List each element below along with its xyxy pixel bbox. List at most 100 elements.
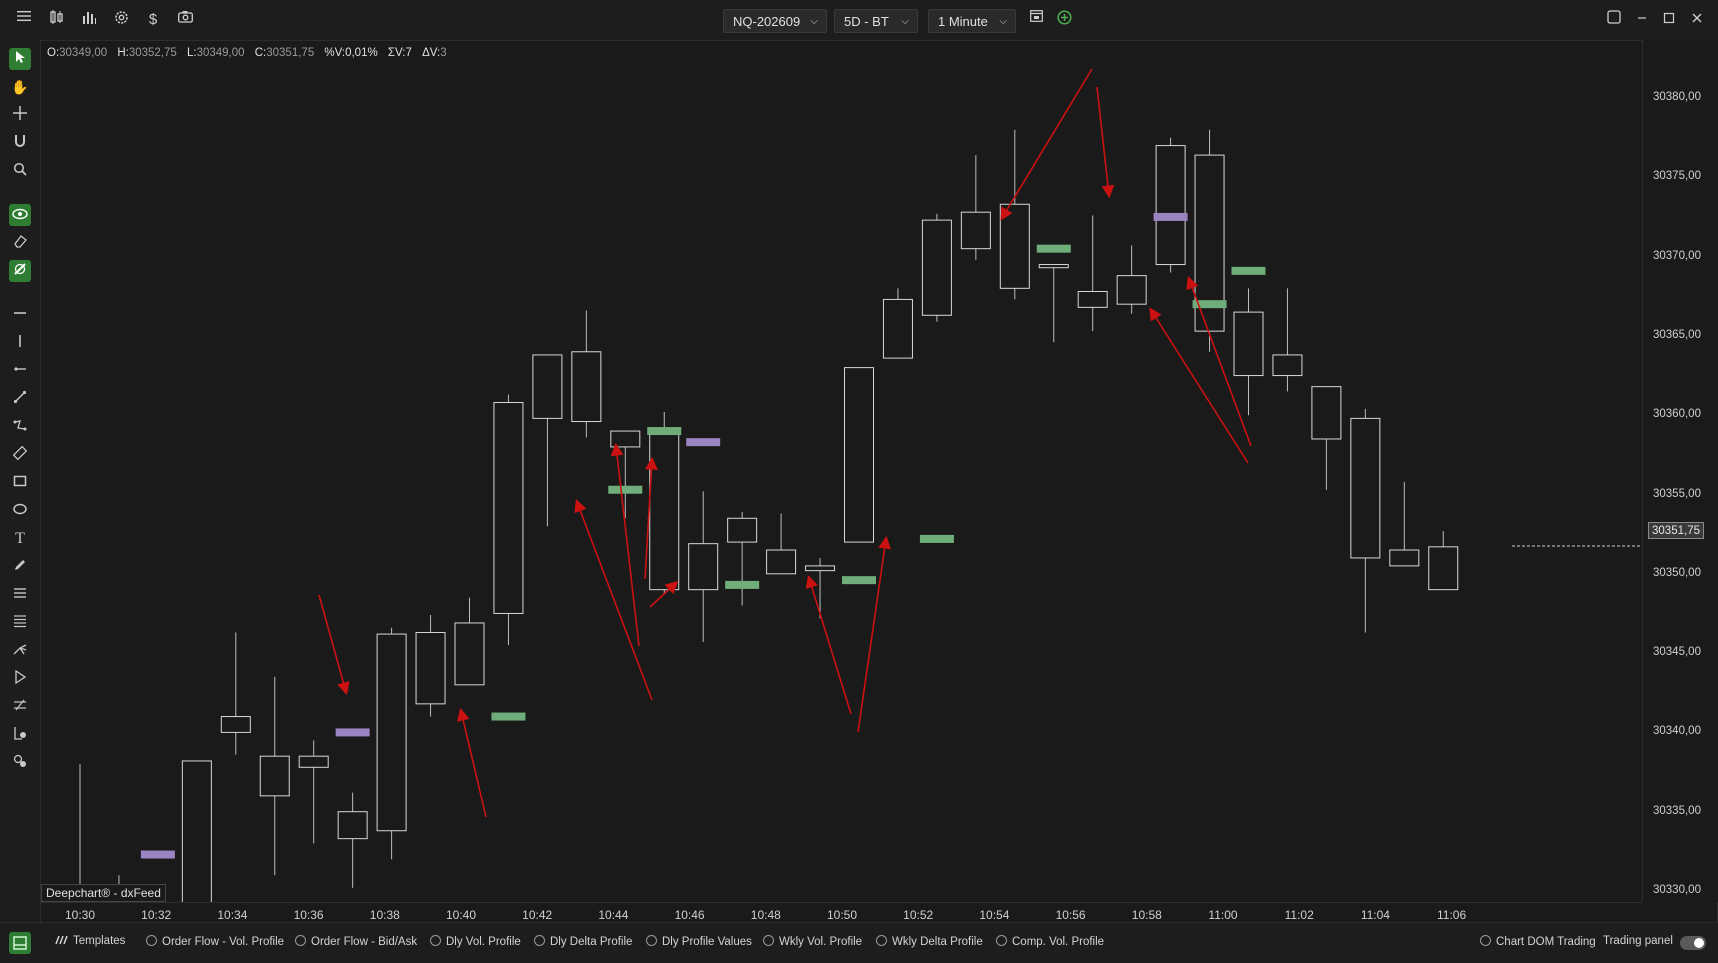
candle-body — [1428, 546, 1459, 591]
maximize-icon[interactable] — [1659, 10, 1679, 30]
symbol-dropdown[interactable]: NQ-202609 ⌵ — [723, 9, 827, 33]
profile-option[interactable]: Comp. Vol. Profile — [996, 935, 1104, 948]
trading-panel-label: Trading panel — [1603, 935, 1673, 947]
trading-panel-toggle[interactable] — [1680, 936, 1706, 950]
panel-toggle-icon[interactable] — [9, 932, 31, 954]
annotation-arrow — [1149, 307, 1249, 464]
text-icon[interactable]: T — [9, 528, 31, 550]
profile-option[interactable]: Wkly Vol. Profile — [763, 935, 862, 948]
projection-icon[interactable] — [9, 668, 31, 690]
profile-option[interactable]: Wkly Delta Profile — [876, 935, 983, 948]
time-tick-label: 10:32 — [141, 908, 172, 922]
candle-body — [337, 811, 368, 840]
cursor-icon[interactable] — [9, 48, 31, 70]
eraser-icon[interactable] — [9, 232, 31, 254]
profile-option[interactable]: Dly Vol. Profile — [430, 935, 521, 948]
ruler-icon[interactable] — [9, 444, 31, 466]
profile-option[interactable]: Order Flow - Bid/Ask — [295, 935, 417, 948]
crosshair-icon[interactable] — [9, 104, 31, 126]
templates-button[interactable]: Templates — [55, 935, 125, 947]
fibonacci-icon[interactable] — [9, 584, 31, 606]
close-icon[interactable] — [1687, 10, 1707, 30]
magnet-icon[interactable] — [9, 132, 31, 154]
purple-marker — [335, 728, 370, 737]
radio-icon — [876, 935, 887, 946]
candle-body — [766, 549, 797, 575]
toggle-knob — [1694, 938, 1704, 948]
minimize-icon[interactable] — [1632, 10, 1652, 30]
horizontal-line-icon[interactable] — [9, 304, 31, 326]
menu-icon[interactable] — [14, 10, 34, 30]
profile-option[interactable]: Dly Profile Values — [646, 935, 752, 948]
green-marker — [647, 427, 682, 436]
green-marker — [608, 485, 643, 494]
ray-icon[interactable] — [9, 360, 31, 382]
candle-body — [454, 622, 485, 686]
radio-icon — [295, 935, 306, 946]
time-tick-label: 10:58 — [1131, 908, 1162, 922]
candle-body — [1350, 417, 1381, 559]
price-tick-label: 30330,00 — [1653, 884, 1701, 896]
profile-option[interactable]: Order Flow - Vol. Profile — [146, 935, 284, 948]
candle-body — [960, 211, 991, 250]
candle-body — [298, 755, 329, 768]
indicators-icon[interactable] — [79, 10, 99, 30]
annotation-arrow — [318, 594, 350, 696]
ellipse-icon[interactable] — [9, 500, 31, 522]
price-axis[interactable]: 30380,00 30375,00 30370,00 30365,00 30360,00… — [1642, 40, 1718, 902]
alert-icon[interactable] — [9, 752, 31, 774]
radio-icon — [763, 935, 774, 946]
pencil-icon[interactable] — [9, 556, 31, 578]
profile-label: Order Flow - Vol. Profile — [162, 936, 285, 948]
chart-type-icon[interactable] — [47, 10, 67, 30]
zoom-icon[interactable] — [9, 160, 31, 182]
candle-body — [1038, 264, 1069, 269]
candle-body — [220, 716, 251, 733]
profile-label: Dly Delta Profile — [550, 936, 633, 948]
candle-body — [415, 631, 446, 705]
time-tick-label: 10:48 — [750, 908, 781, 922]
time-tick-label: 10:44 — [598, 908, 629, 922]
eye-icon[interactable] — [9, 204, 31, 226]
radio-icon — [534, 935, 545, 946]
profile-option[interactable]: Dly Delta Profile — [534, 935, 632, 948]
range-label: 5D - BT — [844, 14, 889, 29]
camera-icon[interactable] — [175, 10, 195, 30]
purple-marker — [1153, 212, 1188, 221]
polyline-icon[interactable] — [9, 416, 31, 438]
template-icon[interactable] — [1026, 10, 1046, 30]
chevron-down-icon: ⌵ — [810, 16, 818, 27]
candle-body — [1233, 311, 1264, 377]
channel-icon[interactable] — [9, 696, 31, 718]
hand-icon[interactable]: ✋ — [9, 76, 31, 98]
trendline-icon[interactable] — [9, 388, 31, 410]
levels-icon[interactable] — [9, 612, 31, 634]
restore-icon[interactable] — [1604, 10, 1624, 30]
lock-icon[interactable] — [9, 260, 31, 282]
add-icon[interactable] — [1054, 10, 1074, 30]
chart-dom-option[interactable]: Chart DOM Trading — [1480, 935, 1596, 948]
candle-body — [259, 755, 290, 797]
annotation-arrow — [857, 535, 891, 733]
pitchfork-icon[interactable] — [9, 640, 31, 662]
settings-icon[interactable] — [111, 10, 131, 30]
candle-body — [999, 203, 1030, 289]
price-chart[interactable] — [40, 40, 1642, 902]
radio-icon — [646, 935, 657, 946]
profile-label: Wkly Vol. Profile — [779, 936, 863, 948]
dollar-icon[interactable]: $ — [143, 10, 163, 30]
chevron-down-icon: ⌵ — [999, 16, 1007, 27]
candle-body — [805, 565, 836, 572]
time-tick-label: 10:34 — [217, 908, 248, 922]
green-marker — [725, 580, 760, 589]
price-tick-label: 30335,00 — [1653, 804, 1701, 817]
interval-dropdown[interactable]: 1 Minute ⌵ — [928, 9, 1016, 33]
rectangle-icon[interactable] — [9, 472, 31, 494]
purple-marker — [686, 438, 721, 447]
range-dropdown[interactable]: 5D - BT ⌵ — [834, 9, 918, 33]
profile-label: Order Flow - Bid/Ask — [311, 936, 418, 948]
annotation-arrow — [1000, 68, 1093, 221]
vertical-line-icon[interactable] — [9, 332, 31, 354]
templates-label: Templates — [73, 935, 126, 947]
order-icon[interactable] — [9, 724, 31, 746]
